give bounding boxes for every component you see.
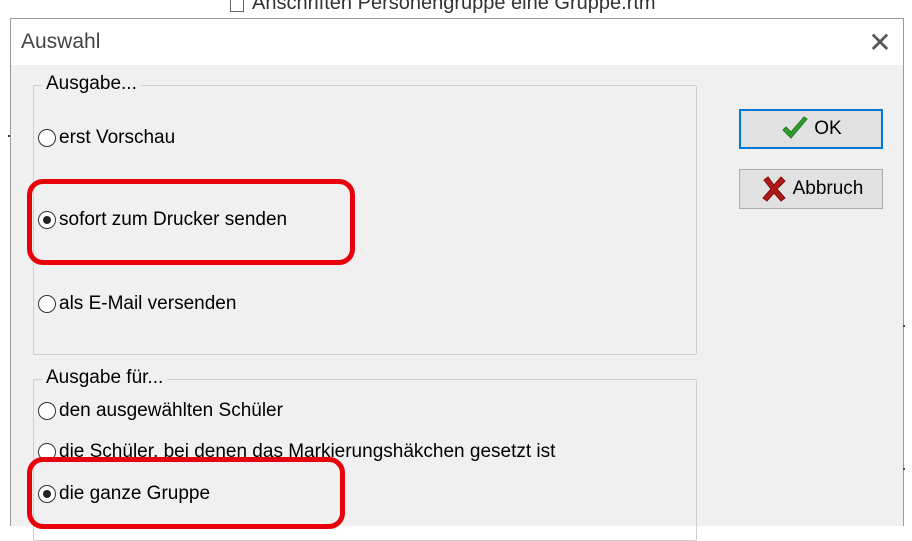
radio-preview-first[interactable]: erst Vorschau (38, 127, 175, 149)
cancel-label: Abbruch (792, 178, 864, 199)
radio-button-icon[interactable] (38, 129, 56, 147)
cancel-button[interactable]: Abbruch (739, 169, 883, 209)
output-group-legend: Ausgabe... (42, 73, 141, 95)
radio-label: erst Vorschau (59, 127, 176, 148)
dialog-titlebar: Auswahl ✕ (11, 19, 903, 65)
radio-send-email[interactable]: als E-Mail versenden (38, 293, 236, 315)
red-highlight-annotation (27, 179, 355, 265)
dialog-title: Auswahl (21, 30, 101, 53)
background-window-title: Anschriften Personengruppe eine Gruppe.r… (230, 0, 656, 16)
ok-label: OK (814, 118, 842, 139)
edge-artifact (903, 468, 905, 470)
radio-label: den ausgewählten Schüler (59, 400, 283, 421)
close-button[interactable]: ✕ (863, 25, 897, 59)
checkbox-icon (230, 0, 244, 12)
target-group-legend: Ausgabe für... (42, 367, 168, 389)
edge-artifact (903, 325, 905, 327)
red-highlight-annotation (27, 457, 345, 529)
auswahl-dialog: Auswahl ✕ Ausgabe... erst Vorschau sofor… (10, 18, 904, 541)
radio-label: als E-Mail versenden (59, 293, 237, 314)
edge-artifact (8, 135, 10, 137)
radio-button-icon[interactable] (38, 402, 56, 420)
checkmark-icon (780, 114, 810, 144)
ok-button[interactable]: OK (739, 109, 883, 149)
radio-selected-student[interactable]: den ausgewählten Schüler (38, 400, 283, 422)
x-icon (759, 174, 789, 204)
radio-button-icon[interactable] (38, 295, 56, 313)
